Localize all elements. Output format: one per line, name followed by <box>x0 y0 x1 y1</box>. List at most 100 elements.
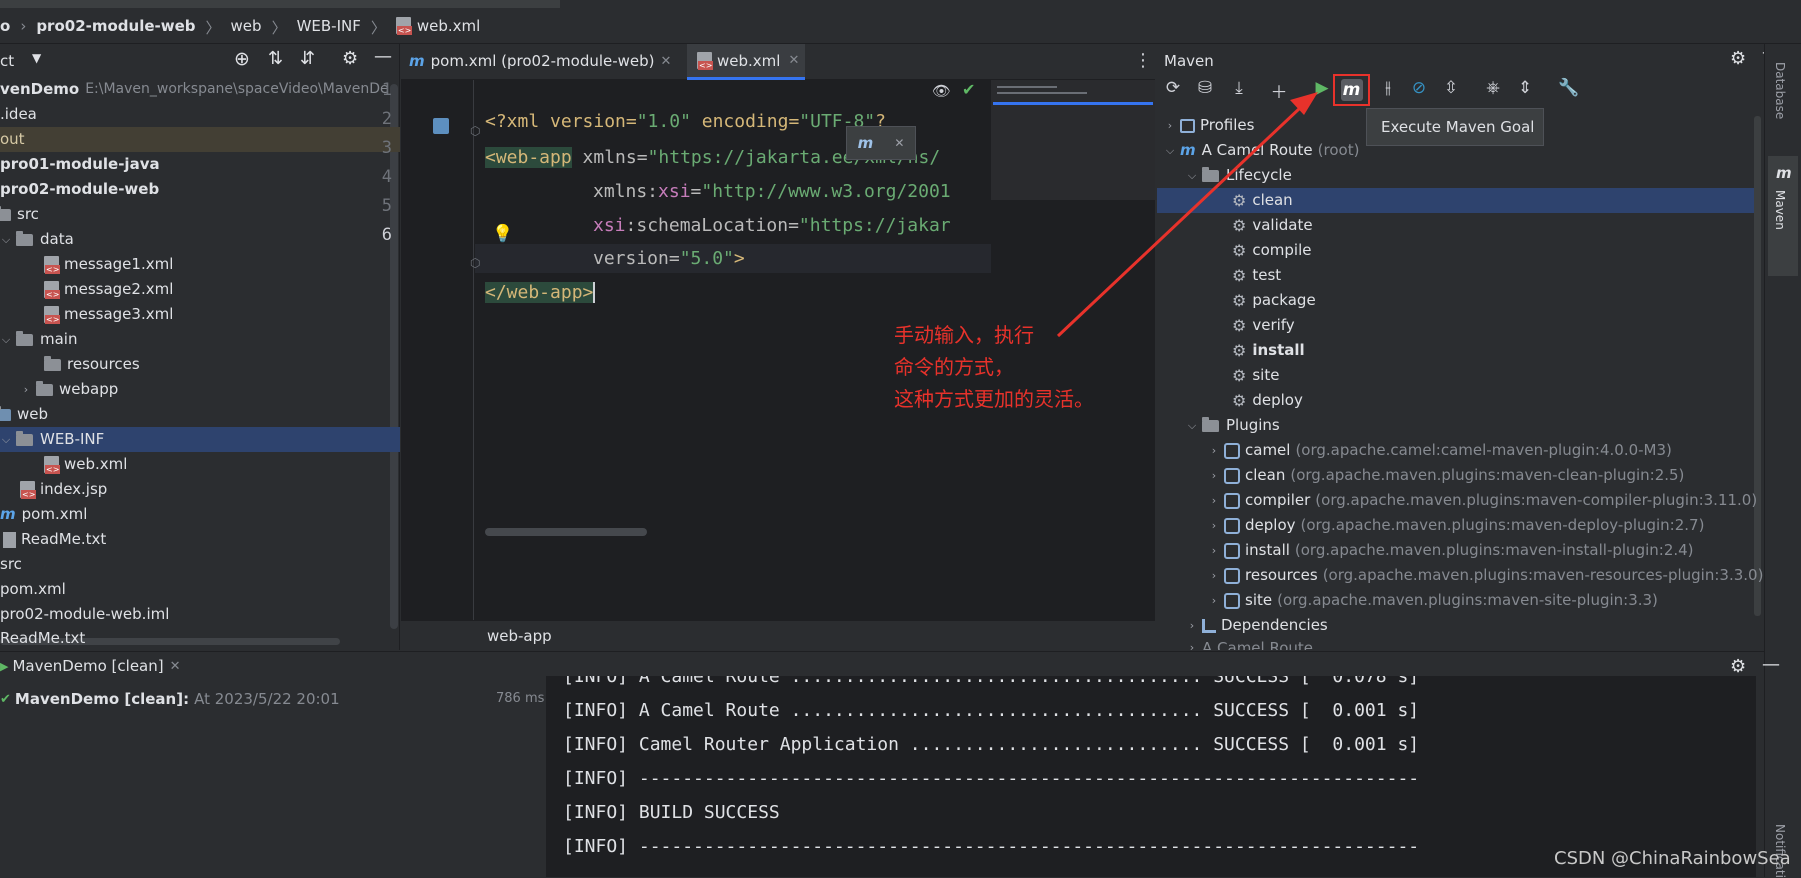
tree-item-root[interactable]: venDemo E:\Maven_workspane\spaceVideo\Mav… <box>0 77 400 102</box>
tree-item-out[interactable]: out <box>0 127 400 152</box>
plugin-install[interactable]: › install (org.apache.maven.plugins:maven-… <box>1208 538 1694 563</box>
fold-icon[interactable]: ⬡ <box>470 124 480 138</box>
maven-module-cut-off[interactable]: › A Camel Route <box>1186 638 1313 650</box>
code-line-1[interactable]: <?xml version="1.0" encoding="UTF-8"? <box>485 78 886 132</box>
console-output[interactable]: [INFO] A Camel Route ...................… <box>546 676 1756 877</box>
fold-icon[interactable]: ⬡ <box>470 256 480 270</box>
locate-icon[interactable]: ⊕ <box>234 48 250 70</box>
maven-dependencies[interactable]: › Dependencies <box>1186 613 1328 638</box>
maven-tree-scrollbar[interactable] <box>1754 116 1761 616</box>
tree-item-readme-root[interactable]: ReadMe.txt <box>0 627 85 649</box>
tree-item-readme[interactable]: ReadMe.txt <box>0 527 106 552</box>
chevron-right-icon[interactable]: › <box>1164 113 1176 138</box>
run-tab[interactable]: ▶ MavenDemo [clean] ✕ <box>0 657 181 675</box>
goal-verify[interactable]: ⚙ verify <box>1232 313 1295 338</box>
tab-web-xml[interactable]: web.xml ✕ <box>687 44 805 80</box>
database-tool-tab[interactable]: Database <box>1773 62 1787 119</box>
chevron-right-icon[interactable]: › <box>20 377 32 402</box>
goal-install[interactable]: ⚙ install <box>1232 338 1305 363</box>
tree-item-message2[interactable]: message2.xml <box>44 277 173 302</box>
chevron-right-icon[interactable]: › <box>1208 513 1220 538</box>
tree-item-iml[interactable]: pro02-module-web.iml <box>0 602 169 627</box>
chevron-right-icon[interactable]: › <box>1208 563 1220 588</box>
run-task-row[interactable]: ✔ MavenDemo [clean]: At 2023/5/22 20:01 … <box>0 686 545 712</box>
tree-item-web[interactable]: web <box>0 402 48 427</box>
close-icon[interactable]: ✕ <box>788 53 799 68</box>
web-descriptor-gutter-icon[interactable] <box>433 118 449 134</box>
maven-lifecycle[interactable]: ⌵ Lifecycle <box>1186 163 1292 188</box>
code-line-5[interactable]: version="5.0"> <box>593 215 745 269</box>
tab-pom-xml[interactable]: m pom.xml (pro02-module-web) ✕ <box>409 52 671 70</box>
goal-clean[interactable]: ⚙ clean <box>1232 188 1293 213</box>
goal-deploy[interactable]: ⚙ deploy <box>1232 388 1303 413</box>
maven-root-project[interactable]: ⌵ m A Camel Route (root) <box>1164 138 1360 163</box>
close-icon[interactable]: ✕ <box>661 54 672 69</box>
chevron-right-icon[interactable]: › <box>1208 588 1220 613</box>
skip-tests-icon[interactable]: ⊘ <box>1408 78 1430 98</box>
chevron-down-icon[interactable]: ⌵ <box>0 327 12 352</box>
tree-item-idea[interactable]: .idea <box>0 102 400 127</box>
chevron-down-icon[interactable]: ⌵ <box>1186 163 1198 188</box>
collapse-all-icon[interactable]: ⇳ <box>1440 78 1462 98</box>
tree-item-pro02[interactable]: pro02-module-web <box>0 177 400 202</box>
tree-item-message1[interactable]: message1.xml <box>44 252 173 277</box>
tree-item-data[interactable]: ⌵ data <box>0 227 74 252</box>
tree-item-main[interactable]: ⌵ main <box>0 327 78 352</box>
chevron-down-icon[interactable]: ⌵ <box>1186 413 1198 438</box>
tree-item-message3[interactable]: message3.xml <box>44 302 173 327</box>
plugin-camel[interactable]: › camel (org.apache.camel:camel-maven-plug… <box>1208 438 1672 463</box>
editor-hscrollbar[interactable] <box>485 528 647 536</box>
collapse-all-icon[interactable]: ⇵ <box>300 48 315 69</box>
execute-maven-goal-button[interactable]: m <box>1333 74 1370 106</box>
tree-item-resources[interactable]: resources <box>44 352 140 377</box>
gear-icon[interactable]: ⚙ <box>1730 48 1746 69</box>
reload-icon[interactable]: ⟳ <box>1162 78 1184 98</box>
plugin-clean[interactable]: › clean (org.apache.maven.plugins:maven-cl… <box>1208 463 1685 488</box>
tree-item-web-xml[interactable]: web.xml <box>44 452 127 477</box>
reader-mode-icon[interactable]: 👁 <box>932 82 951 100</box>
breadcrumb-web-app[interactable]: web-app <box>487 627 552 645</box>
plugin-compiler[interactable]: › compiler (org.apache.maven.plugins:maven… <box>1208 488 1757 513</box>
goal-validate[interactable]: ⚙ validate <box>1232 213 1313 238</box>
run-icon[interactable]: ▶ <box>1311 78 1333 98</box>
goal-site[interactable]: ⚙ site <box>1232 363 1279 388</box>
maven-profiles[interactable]: › Profiles <box>1164 113 1255 138</box>
goal-compile[interactable]: ⚙ compile <box>1232 238 1311 263</box>
minimize-icon[interactable]: — <box>1762 654 1780 675</box>
minimize-icon[interactable]: — <box>374 46 392 67</box>
chevron-down-icon[interactable]: ⌵ <box>0 227 12 252</box>
tree-item-src-root[interactable]: src <box>0 552 22 577</box>
maven-load-hint[interactable]: m ✕ <box>846 126 916 160</box>
chevron-right-icon[interactable]: › <box>1208 488 1220 513</box>
lightbulb-icon[interactable]: 💡 <box>492 224 513 244</box>
code-line-4[interactable]: xsi:schemaLocation="https://jakar <box>593 182 951 236</box>
chevron-down-icon[interactable]: ⌵ <box>0 427 12 452</box>
chevron-right-icon[interactable]: › <box>1208 463 1220 488</box>
tree-item-pom-root[interactable]: pom.xml <box>0 577 66 602</box>
crumb-web-xml[interactable]: web.xml <box>417 17 480 38</box>
crumb-web[interactable]: web <box>231 17 262 38</box>
project-header-label[interactable]: ct <box>0 52 14 70</box>
add-icon[interactable]: ＋ <box>1268 78 1290 103</box>
plugin-resources[interactable]: › resources (org.apache.maven.plugins:mave… <box>1208 563 1764 588</box>
maven-plugins[interactable]: ⌵ Plugins <box>1186 413 1280 438</box>
gear-icon[interactable]: ⚙ <box>342 48 358 69</box>
toggle-offline-icon[interactable]: ⫲ <box>1377 78 1399 98</box>
chevron-right-icon[interactable]: › <box>1208 438 1220 463</box>
chevron-down-icon[interactable]: ▼ <box>32 51 41 65</box>
close-icon[interactable]: ✕ <box>170 659 181 674</box>
generate-sources-icon[interactable]: ⛁ <box>1194 78 1216 98</box>
gear-icon[interactable]: ⚙ <box>1730 656 1746 677</box>
download-icon[interactable]: ⤓ <box>1228 78 1250 98</box>
expand-all-icon[interactable]: ⇅ <box>268 48 283 69</box>
crumb-web-inf[interactable]: WEB-INF <box>297 17 361 38</box>
tree-item-webapp[interactable]: › webapp <box>20 377 118 402</box>
tree-item-pro01[interactable]: pro01-module-java <box>0 152 400 177</box>
chevron-right-icon[interactable]: › <box>1186 613 1198 638</box>
plugin-deploy[interactable]: › deploy (org.apache.maven.plugins:maven-d… <box>1208 513 1705 538</box>
tree-item-pom-xml[interactable]: m pom.xml <box>0 502 87 527</box>
wrench-icon[interactable]: 🔧 <box>1558 78 1580 98</box>
goal-package[interactable]: ⚙ package <box>1232 288 1316 313</box>
tree-item-src[interactable]: src <box>0 202 39 227</box>
chevron-right-icon[interactable]: › <box>1208 538 1220 563</box>
